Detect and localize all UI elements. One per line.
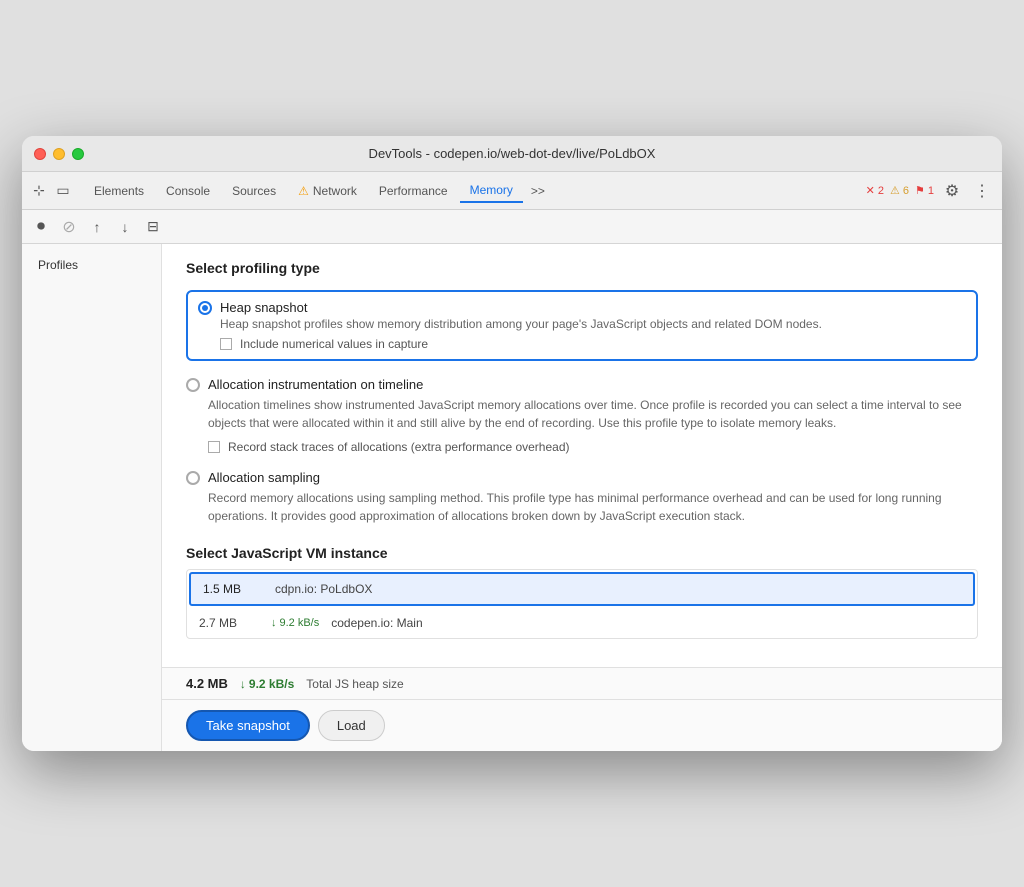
vm-main-download-speed: 9.2 kB/s — [280, 617, 320, 629]
tab-bar: Elements Console Sources ⚠ Network Perfo… — [84, 179, 862, 203]
maximize-button[interactable] — [72, 148, 84, 160]
warning-badge-icon: ⚠ — [890, 184, 900, 197]
profiling-type-title: Select profiling type — [186, 260, 978, 276]
more-options-button[interactable]: ⋮ — [970, 179, 994, 203]
info-badge[interactable]: ⚑ 1 — [915, 184, 934, 197]
content-area: Select profiling type Heap snapshot Heap… — [162, 244, 1002, 667]
heap-snapshot-radio[interactable] — [198, 301, 212, 315]
allocation-sampling-radio-row: Allocation sampling — [186, 470, 978, 485]
vm-table: 1.5 MB cdpn.io: PoLdbOX 2.7 MB ↓ 9.2 kB/… — [186, 569, 978, 639]
tab-network[interactable]: ⚠ Network — [288, 180, 367, 202]
window-title: DevTools - codepen.io/web-dot-dev/live/P… — [369, 146, 656, 161]
error-x-icon: ✕ — [866, 184, 875, 197]
more-tabs-button[interactable]: >> — [525, 180, 551, 202]
allocation-sampling-option[interactable]: Allocation sampling Record memory alloca… — [186, 470, 978, 525]
clear-icon[interactable]: ⊟ — [142, 216, 164, 238]
sidebar: Profiles — [22, 244, 162, 751]
traffic-lights — [34, 148, 84, 160]
vm-main-name: codepen.io: Main — [331, 616, 965, 630]
record-icon[interactable]: ⏺ — [30, 216, 52, 238]
devtools-window: DevTools - codepen.io/web-dot-dev/live/P… — [22, 136, 1002, 751]
error-badge[interactable]: ✕ 2 — [866, 184, 884, 197]
main-area: Profiles Select profiling type Heap snap… — [22, 244, 1002, 751]
total-heap-size: 4.2 MB — [186, 676, 228, 691]
bottom-bar: 4.2 MB ↓ 9.2 kB/s Total JS heap size — [162, 667, 1002, 699]
sidebar-item-profiles[interactable]: Profiles — [22, 252, 161, 278]
warning-triangle-icon: ⚠ — [298, 184, 309, 198]
action-buttons: Take snapshot Load — [162, 699, 1002, 751]
vm-row-cdpn[interactable]: 1.5 MB cdpn.io: PoLdbOX — [189, 572, 975, 606]
upload-icon[interactable]: ↑ — [86, 216, 108, 238]
inspect-icon[interactable]: ⊹ — [30, 182, 48, 200]
vm-row-codepen-main[interactable]: 2.7 MB ↓ 9.2 kB/s codepen.io: Main — [187, 608, 977, 638]
download-icon[interactable]: ↓ — [114, 216, 136, 238]
settings-button[interactable]: ⚙ — [940, 179, 964, 203]
tab-performance[interactable]: Performance — [369, 180, 458, 202]
allocation-sampling-label: Allocation sampling — [208, 470, 320, 485]
allocation-timeline-sub-option: Record stack traces of allocations (extr… — [208, 440, 978, 454]
vm-section: Select JavaScript VM instance 1.5 MB cdp… — [186, 545, 978, 639]
tab-memory[interactable]: Memory — [460, 179, 523, 203]
total-heap-download: ↓ 9.2 kB/s — [240, 677, 294, 691]
tab-console[interactable]: Console — [156, 180, 220, 202]
tab-sources[interactable]: Sources — [222, 180, 286, 202]
load-button[interactable]: Load — [318, 710, 385, 741]
tab-elements[interactable]: Elements — [84, 180, 154, 202]
allocation-timeline-description: Allocation timelines show instrumented J… — [208, 396, 978, 432]
heap-snapshot-radio-row: Heap snapshot — [198, 300, 966, 315]
toolbar-badges: ✕ 2 ⚠ 6 ⚑ 1 ⚙ ⋮ — [866, 179, 994, 203]
vm-cdpn-name: cdpn.io: PoLdbOX — [275, 582, 961, 596]
heap-snapshot-sub-option: Include numerical values in capture — [220, 337, 966, 351]
devtools-icons: ⊹ ▭ — [30, 182, 72, 200]
vm-cdpn-size: 1.5 MB — [203, 582, 263, 596]
record-stack-traces-label: Record stack traces of allocations (extr… — [228, 440, 570, 454]
allocation-sampling-description: Record memory allocations using sampling… — [208, 489, 978, 525]
heap-snapshot-description: Heap snapshot profiles show memory distr… — [220, 315, 966, 333]
info-flag-icon: ⚑ — [915, 184, 925, 197]
allocation-timeline-option[interactable]: Allocation instrumentation on timeline A… — [186, 377, 978, 454]
vm-main-download: ↓ 9.2 kB/s — [271, 617, 319, 629]
content-column: Select profiling type Heap snapshot Heap… — [162, 244, 1002, 751]
sub-toolbar: ⏺ ⊘ ↑ ↓ ⊟ — [22, 210, 1002, 244]
minimize-button[interactable] — [53, 148, 65, 160]
take-snapshot-button[interactable]: Take snapshot — [186, 710, 310, 741]
stop-icon[interactable]: ⊘ — [58, 216, 80, 238]
close-button[interactable] — [34, 148, 46, 160]
device-icon[interactable]: ▭ — [54, 182, 72, 200]
record-stack-traces-checkbox[interactable] — [208, 441, 220, 453]
include-numerical-label: Include numerical values in capture — [240, 337, 428, 351]
heap-download-arrow-icon: ↓ — [240, 677, 246, 691]
vm-section-title: Select JavaScript VM instance — [186, 545, 978, 561]
include-numerical-checkbox[interactable] — [220, 338, 232, 350]
heap-download-speed: 9.2 kB/s — [249, 677, 294, 691]
allocation-sampling-radio[interactable] — [186, 471, 200, 485]
warning-badge[interactable]: ⚠ 6 — [890, 184, 909, 197]
heap-snapshot-label: Heap snapshot — [220, 300, 307, 315]
profiling-options: Heap snapshot Heap snapshot profiles sho… — [186, 290, 978, 525]
vm-main-size: 2.7 MB — [199, 616, 259, 630]
titlebar: DevTools - codepen.io/web-dot-dev/live/P… — [22, 136, 1002, 172]
total-heap-label: Total JS heap size — [306, 677, 403, 691]
allocation-timeline-radio-row: Allocation instrumentation on timeline — [186, 377, 978, 392]
allocation-timeline-radio[interactable] — [186, 378, 200, 392]
download-arrow-icon: ↓ — [271, 617, 277, 629]
allocation-timeline-label: Allocation instrumentation on timeline — [208, 377, 423, 392]
heap-snapshot-option[interactable]: Heap snapshot Heap snapshot profiles sho… — [186, 290, 978, 361]
main-toolbar: ⊹ ▭ Elements Console Sources ⚠ Network P… — [22, 172, 1002, 210]
